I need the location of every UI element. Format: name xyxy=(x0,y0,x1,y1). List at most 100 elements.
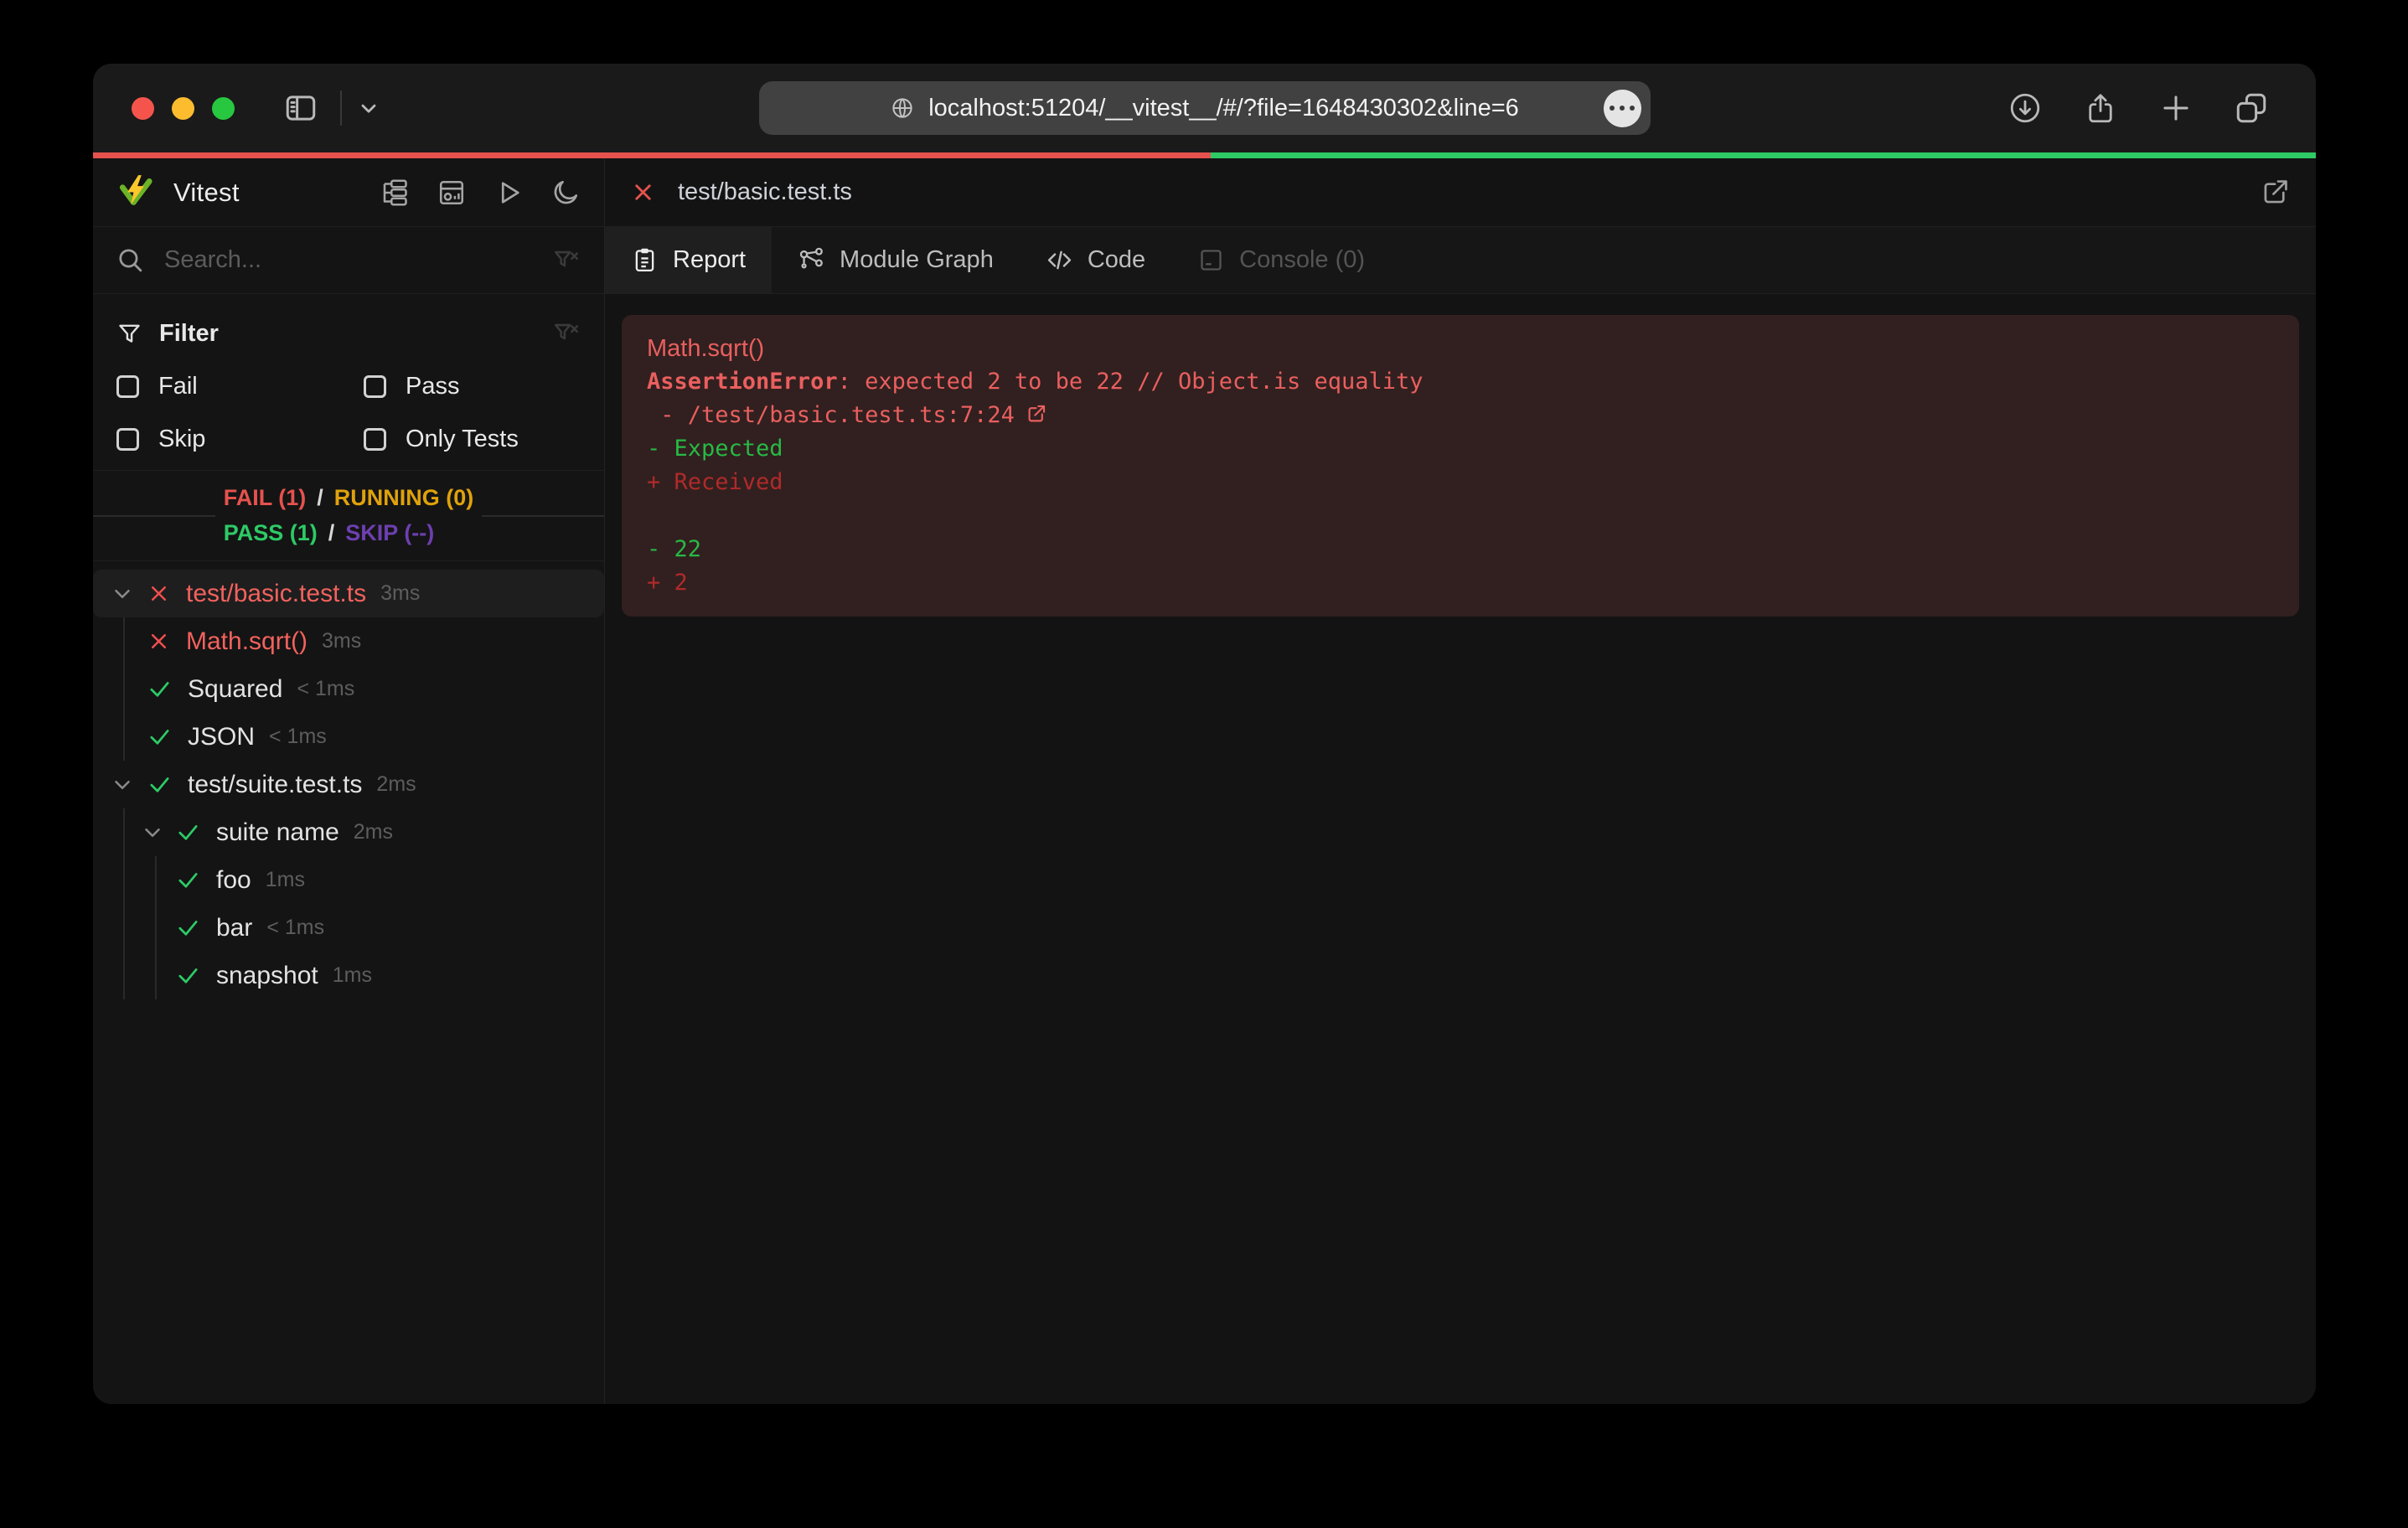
console-icon xyxy=(1197,246,1225,274)
tree-row-test-basic-test-ts[interactable]: test/basic.test.ts3ms xyxy=(93,570,604,617)
summary-line-1: FAIL (1) / RUNNING (0) xyxy=(224,485,474,511)
tab-report[interactable]: Report xyxy=(605,227,772,293)
tree-item-duration: < 1ms xyxy=(269,725,327,749)
checkbox[interactable] xyxy=(116,375,139,398)
filter-clear-icon[interactable] xyxy=(552,246,581,275)
report-icon xyxy=(631,246,659,274)
filter-option-only-tests[interactable]: Only Tests xyxy=(364,426,581,453)
tree-row-bar[interactable]: bar < 1ms xyxy=(93,904,604,952)
external-link-icon[interactable] xyxy=(2259,177,2291,209)
tree-row-test-suite-test-ts[interactable]: test/suite.test.ts2ms xyxy=(93,761,604,808)
tree-item-label: test/basic.test.ts xyxy=(186,580,366,608)
running-count: RUNNING (0) xyxy=(334,485,474,511)
traffic-lights xyxy=(132,97,235,120)
external-link-icon[interactable] xyxy=(1015,402,1047,428)
tree-view-icon[interactable] xyxy=(380,178,410,208)
chevron-down-icon[interactable] xyxy=(110,581,135,607)
tab-code[interactable]: Code xyxy=(1020,227,1171,293)
summary-divider xyxy=(93,515,215,517)
url-text: localhost:51204/__vitest__/#/?file=16484… xyxy=(928,95,1519,122)
search-row xyxy=(93,227,604,294)
chevron-down-icon[interactable] xyxy=(357,96,380,120)
pass-count: PASS (1) xyxy=(224,520,318,546)
report-line-error: AssertionError: expected 2 to be 22 // O… xyxy=(647,365,2274,399)
tab-overview-icon[interactable] xyxy=(2234,90,2269,126)
test-tree: test/basic.test.ts3msMath.sqrt()3msSquar… xyxy=(93,561,604,1404)
minimize-window-button[interactable] xyxy=(172,97,194,120)
report-line-name: Math.sqrt() xyxy=(647,332,2274,365)
filter-clear-icon[interactable] xyxy=(552,319,581,348)
tree-item-label: snapshot xyxy=(216,962,318,990)
filter-option-skip[interactable]: Skip xyxy=(116,426,364,453)
page-menu-button[interactable] xyxy=(1604,90,1641,127)
progress-fail-segment xyxy=(93,152,1211,158)
tree-item-duration: < 1ms xyxy=(266,916,324,940)
browser-window: localhost:51204/__vitest__/#/?file=16484… xyxy=(93,64,2316,1404)
tree-item-label: JSON xyxy=(188,723,255,751)
indent-guide xyxy=(123,808,125,856)
tree-item-label: test/suite.test.ts xyxy=(188,771,362,799)
tree-row-squared[interactable]: Squared< 1ms xyxy=(93,665,604,713)
downloads-icon[interactable] xyxy=(2008,90,2043,126)
view-tabs: Report Module Graph xyxy=(605,227,2316,294)
tree-row-json[interactable]: JSON < 1ms xyxy=(93,713,604,761)
search-input[interactable] xyxy=(164,246,552,274)
tree-item-label: foo xyxy=(216,866,251,895)
tree-row-suite-name[interactable]: suite name2ms xyxy=(93,808,604,856)
address-bar[interactable]: localhost:51204/__vitest__/#/?file=16484… xyxy=(759,81,1651,135)
report-line-diff: + 2 xyxy=(647,566,2274,600)
fail-count: FAIL (1) xyxy=(224,485,307,511)
filter-option-pass[interactable]: Pass xyxy=(364,373,581,400)
pass-icon xyxy=(175,963,201,989)
tab-console[interactable]: Console (0) xyxy=(1171,227,1391,293)
filter-option-fail[interactable]: Fail xyxy=(116,373,364,400)
globe-icon xyxy=(890,96,915,121)
indent-guide xyxy=(123,617,125,665)
summary-line-2: PASS (1) / SKIP (--) xyxy=(224,520,474,546)
tree-item-label: Math.sqrt() xyxy=(186,627,307,656)
sidebar-header: Vitest xyxy=(93,158,604,227)
sidebar-toggle-icon[interactable] xyxy=(283,90,318,126)
report-line-stack[interactable]: - /test/basic.test.ts:7:24 xyxy=(647,399,2274,432)
tree-row-foo[interactable]: foo 1ms xyxy=(93,856,604,904)
checkbox[interactable] xyxy=(364,428,386,451)
tree-row-snapshot[interactable]: snapshot 1ms xyxy=(93,952,604,999)
tree-row-math-sqrt[interactable]: Math.sqrt()3ms xyxy=(93,617,604,665)
pass-icon xyxy=(147,724,173,750)
file-tab-header: test/basic.test.ts xyxy=(605,158,2316,227)
tree-item-duration: 1ms xyxy=(333,963,372,988)
tab-module-graph[interactable]: Module Graph xyxy=(772,227,1020,293)
new-tab-icon[interactable] xyxy=(2158,90,2194,126)
filter-title: Filter xyxy=(159,320,219,348)
dashboard-icon[interactable] xyxy=(437,178,467,208)
tree-item-duration: 1ms xyxy=(266,868,305,892)
report-content: Math.sqrt()AssertionError: expected 2 to… xyxy=(605,294,2316,1404)
close-icon[interactable] xyxy=(630,179,656,205)
sidebar: Vitest xyxy=(93,158,605,1404)
code-icon xyxy=(1046,246,1073,274)
tree-item-label: suite name xyxy=(216,818,339,847)
indent-guide xyxy=(155,856,157,904)
indent-guide xyxy=(123,904,125,952)
module-graph-icon xyxy=(798,246,825,274)
close-window-button[interactable] xyxy=(132,97,154,120)
dark-mode-icon[interactable] xyxy=(550,178,581,208)
tree-item-label: bar xyxy=(216,914,252,942)
skip-count: SKIP (--) xyxy=(345,520,434,546)
indent-guide xyxy=(123,952,125,999)
pass-icon xyxy=(147,676,173,702)
indent-guide xyxy=(155,904,157,952)
report-line-diff: - 22 xyxy=(647,533,2274,566)
pass-icon xyxy=(175,867,201,893)
filter-icon xyxy=(116,321,142,347)
search-icon xyxy=(116,246,144,274)
share-icon[interactable] xyxy=(2083,90,2118,126)
zoom-window-button[interactable] xyxy=(212,97,235,120)
indent-guide xyxy=(155,952,157,999)
fail-icon xyxy=(147,581,171,606)
run-all-icon[interactable] xyxy=(493,178,524,208)
chevron-down-icon[interactable] xyxy=(110,772,135,798)
checkbox[interactable] xyxy=(364,375,386,398)
checkbox[interactable] xyxy=(116,428,139,451)
chevron-down-icon[interactable] xyxy=(140,820,165,845)
